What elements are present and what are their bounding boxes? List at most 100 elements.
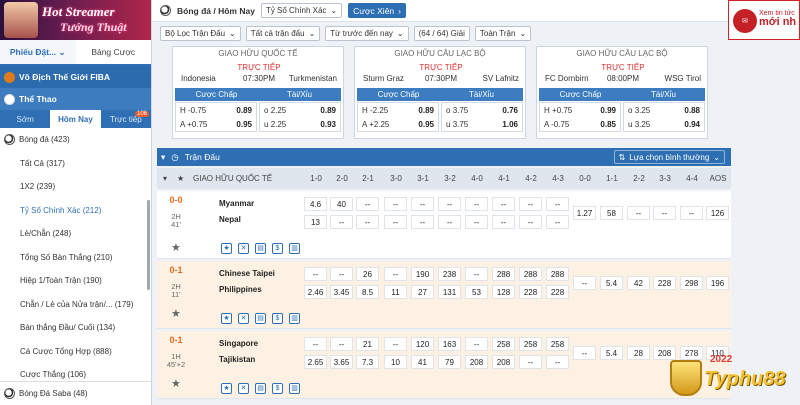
odds-cell[interactable]: 3.45 [330, 285, 353, 299]
sidebar-item[interactable]: Chẵn / Lẻ của Nửa trận/... (179) [0, 293, 151, 317]
all-matches-select[interactable]: Tất cả trận đấu ⌄ [245, 25, 321, 41]
tab-today[interactable]: Hôm Nay [50, 110, 101, 128]
dollar-icon[interactable]: $ [272, 383, 283, 394]
tab-early[interactable]: Sớm [0, 110, 50, 128]
stats-icon[interactable]: ▥ [289, 383, 300, 394]
match-card[interactable]: GIAO HỮU QUỐC TẾ Indonesia TRỰC TIẾP 07:… [172, 46, 344, 139]
close-icon[interactable]: ✕ [238, 313, 249, 324]
odds-line[interactable]: o 3.25 0.88 [624, 103, 704, 117]
odds-cell[interactable]: -- [573, 346, 596, 360]
odds-cell[interactable]: 131 [438, 285, 461, 299]
promo-banner[interactable]: Hot Streamer Tướng Thuật [0, 0, 151, 40]
favorite-star-icon[interactable]: ★ [171, 377, 181, 390]
odds-cell[interactable]: 8.5 [356, 285, 379, 299]
odds-line[interactable]: A -0.75 0.85 [540, 117, 620, 131]
odds-cell[interactable]: 126 [706, 206, 729, 220]
match-card[interactable]: GIAO HỮU CÂU LẠC BỘ FC Dornbirn TRỰC TIẾ… [536, 46, 708, 139]
sidebar-item[interactable]: 1X2 (239) [0, 175, 151, 199]
odds-cell[interactable]: -- [653, 206, 676, 220]
odds-cell[interactable]: -- [384, 197, 407, 211]
odds-cell[interactable]: 258 [546, 337, 569, 351]
odds-cell[interactable]: 79 [438, 355, 461, 369]
dollar-icon[interactable]: $ [272, 243, 283, 254]
odds-line[interactable]: u 2.25 0.93 [260, 117, 340, 131]
league-count-select[interactable]: (64 / 64) Giải [413, 25, 470, 41]
odds-cell[interactable]: -- [330, 267, 353, 281]
odds-line[interactable]: H -0.75 0.89 [176, 103, 256, 117]
odds-cell[interactable]: 120 [411, 337, 434, 351]
sidebar-item[interactable]: Cá Cược Tổng Hợp (888) [0, 340, 151, 364]
odds-cell[interactable]: -- [411, 215, 434, 229]
odds-cell[interactable]: -- [519, 215, 542, 229]
odds-cell[interactable]: 288 [519, 267, 542, 281]
odds-cell[interactable]: -- [492, 197, 515, 211]
odds-cell[interactable]: -- [304, 267, 327, 281]
match-filter[interactable]: Bộ Lọc Trận Đấu ⌄ [160, 25, 241, 41]
odds-cell[interactable]: -- [546, 355, 569, 369]
odds-line[interactable]: u 3.75 1.06 [442, 117, 522, 131]
odds-cell[interactable]: 27 [411, 285, 434, 299]
odds-cell[interactable]: 163 [438, 337, 461, 351]
tab-bet-slip[interactable]: Phiếu Đặt... ⌄ [0, 40, 76, 64]
odds-cell[interactable]: 190 [411, 267, 434, 281]
odds-cell[interactable]: 21 [356, 337, 379, 351]
odds-cell[interactable]: 7.3 [356, 355, 379, 369]
odds-line[interactable]: o 2.25 0.89 [260, 103, 340, 117]
odds-cell[interactable]: 58 [600, 206, 623, 220]
odds-cell[interactable]: -- [465, 197, 488, 211]
odds-cell[interactable]: -- [356, 197, 379, 211]
scoreboard-icon[interactable]: ▤ [255, 383, 266, 394]
odds-line[interactable]: u 3.25 0.94 [624, 117, 704, 131]
sidebar-item[interactable]: Lẻ/Chẵn (248) [0, 222, 151, 246]
odds-cell[interactable]: 26 [356, 267, 379, 281]
odds-cell[interactable]: 228 [519, 285, 542, 299]
sidebar-saba[interactable]: Bóng Đá Saba (48) [0, 381, 151, 405]
odds-line[interactable]: o 3.75 0.76 [442, 103, 522, 117]
odds-cell[interactable]: -- [384, 337, 407, 351]
odds-cell[interactable]: 2.65 [304, 355, 327, 369]
odds-cell[interactable]: 228 [546, 285, 569, 299]
odds-cell[interactable]: -- [465, 215, 488, 229]
odds-cell[interactable]: 258 [519, 337, 542, 351]
odds-cell[interactable]: -- [330, 337, 353, 351]
news-ad[interactable]: ✉ Xem tin tức mới nh [728, 0, 800, 40]
sidebar-item[interactable]: Bàn thắng Đầu/ Cuối (134) [0, 316, 151, 340]
odds-cell[interactable]: -- [519, 197, 542, 211]
odds-line[interactable]: A +0.75 0.95 [176, 117, 256, 131]
odds-cell[interactable]: 298 [680, 276, 703, 290]
favorite-star-icon[interactable]: ★ [171, 307, 181, 320]
odds-cell[interactable]: 258 [492, 337, 515, 351]
odds-cell[interactable]: -- [438, 197, 461, 211]
odds-cell[interactable]: 53 [465, 285, 488, 299]
odds-cell[interactable]: 3.65 [330, 355, 353, 369]
market-select[interactable]: Tỷ Số Chính Xác ⌄ [260, 3, 343, 18]
odds-cell[interactable]: -- [304, 337, 327, 351]
odds-cell[interactable]: 208 [492, 355, 515, 369]
odds-cell[interactable]: 11 [384, 285, 407, 299]
tab-bet-list[interactable]: Bảng Cược [76, 40, 152, 64]
scoreboard-icon[interactable]: ▤ [255, 243, 266, 254]
odds-cell[interactable]: 4.6 [304, 197, 327, 211]
odds-cell[interactable]: 5.4 [600, 346, 623, 360]
parlay-button[interactable]: Cược Xiên › [348, 3, 406, 18]
odds-cell[interactable]: 40 [330, 197, 353, 211]
favorite-icon[interactable]: ★ [221, 383, 232, 394]
collapse-icon[interactable]: ▾ [161, 152, 165, 163]
odds-cell[interactable]: 10 [384, 355, 407, 369]
odds-cell[interactable]: 288 [492, 267, 515, 281]
odds-cell[interactable]: -- [356, 215, 379, 229]
odds-cell[interactable]: 208 [465, 355, 488, 369]
dollar-icon[interactable]: $ [272, 313, 283, 324]
sidebar-scrollbar[interactable] [147, 200, 150, 290]
sort-select[interactable]: ⇅ Lựa chọn bình thường ⌄ [613, 150, 725, 164]
odds-cell[interactable]: -- [438, 215, 461, 229]
odds-cell[interactable]: 13 [304, 215, 327, 229]
odds-cell[interactable]: -- [411, 197, 434, 211]
odds-cell[interactable]: 28 [627, 346, 650, 360]
odds-line[interactable]: A +2.25 0.95 [358, 117, 438, 131]
odds-cell[interactable]: 238 [438, 267, 461, 281]
odds-cell[interactable]: -- [384, 267, 407, 281]
odds-cell[interactable]: 228 [653, 276, 676, 290]
odds-cell[interactable]: -- [573, 276, 596, 290]
close-icon[interactable]: ✕ [238, 243, 249, 254]
